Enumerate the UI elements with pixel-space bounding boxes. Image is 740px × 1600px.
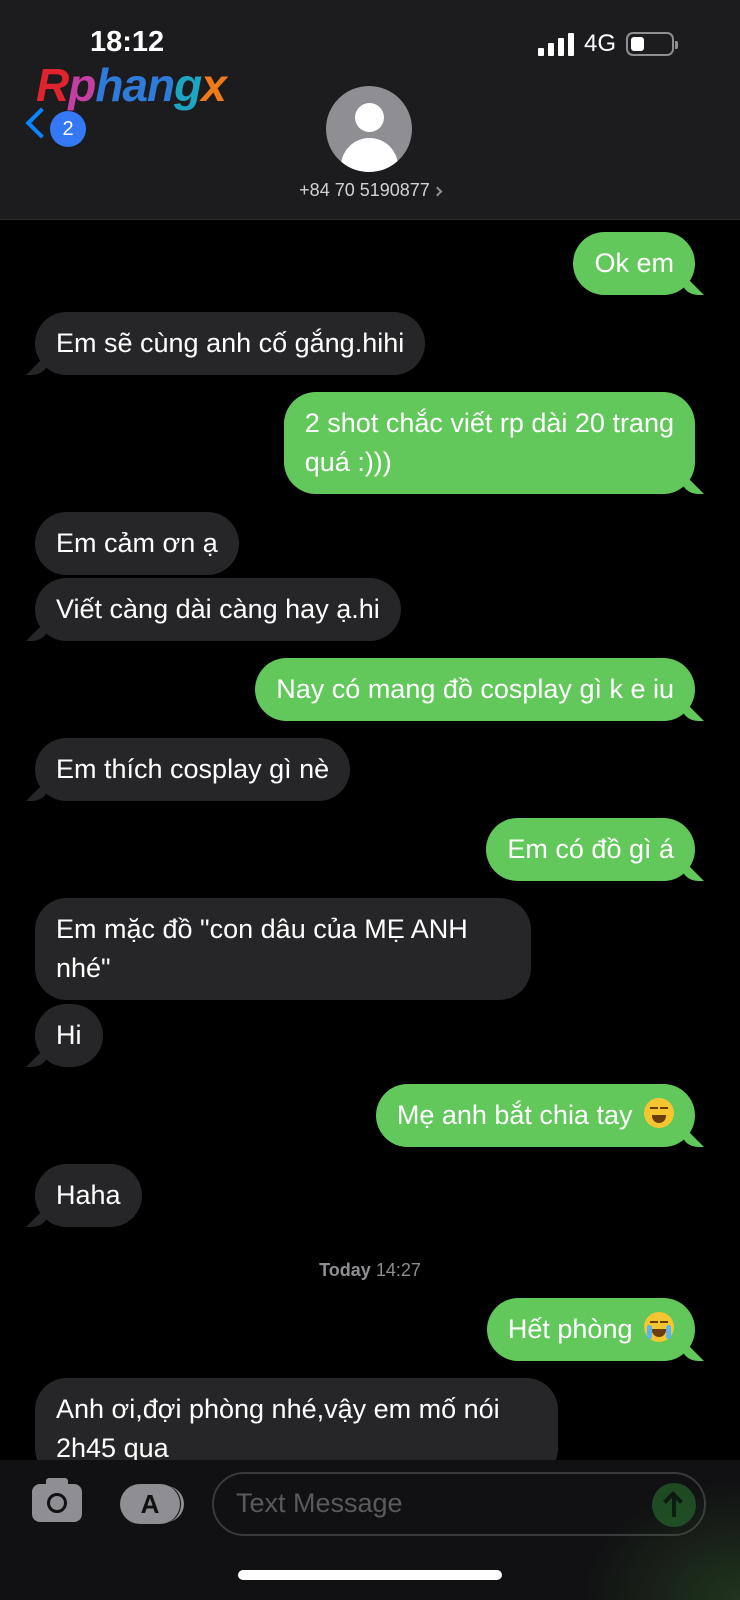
loudly-crying-face-icon — [644, 1312, 674, 1342]
received-message[interactable]: Em sẽ cùng anh cố gắng.hihi — [35, 312, 426, 375]
apps-drawer-edge — [162, 1486, 184, 1522]
received-message[interactable]: Em cảm ơn ạ — [35, 512, 239, 575]
received-message[interactable]: Viết càng dài càng hay ạ.hi — [35, 578, 401, 641]
received-message[interactable]: Em mặc đồ "con dâu của MẸ ANH nhé" — [35, 898, 531, 1000]
status-time: 18:12 — [90, 26, 165, 58]
sent-message[interactable]: Ok em — [573, 232, 695, 295]
cellular-signal-icon — [537, 32, 574, 56]
message-input-placeholder: Text Message — [236, 1488, 403, 1518]
sent-message[interactable]: Em có đồ gì á — [486, 818, 695, 881]
unread-count-badge[interactable]: 2 — [50, 111, 86, 147]
chevron-right-icon — [432, 186, 443, 197]
contact-avatar[interactable] — [326, 86, 412, 172]
watermark-logo: Rphangx — [36, 59, 227, 111]
sent-message[interactable]: Hết phòng — [486, 1298, 695, 1361]
battery-level — [631, 37, 644, 51]
sent-message[interactable]: Mẹ anh bắt chia tay — [375, 1084, 695, 1147]
received-message[interactable]: Haha — [35, 1164, 142, 1227]
sent-message[interactable]: 2 shot chắc viết rp dài 20 trang quá :))) — [283, 392, 695, 494]
message-timestamp: Today 14:27 — [319, 1260, 421, 1280]
conversation-header: 18:12 4G Rphangx 2 +84 70 5190877 — [0, 0, 740, 220]
network-type: 4G — [583, 30, 616, 57]
sent-message[interactable]: Nay có mang đồ cosplay gì k e iu — [255, 658, 695, 721]
received-message[interactable]: Em thích cosplay gì nè — [35, 738, 351, 801]
battery-icon — [626, 32, 678, 56]
status-indicators: 4G — [537, 30, 678, 58]
camera-icon[interactable] — [32, 1478, 82, 1522]
received-message[interactable]: Hi — [35, 1004, 103, 1067]
contact-name[interactable]: +84 70 5190877 — [0, 180, 740, 201]
home-indicator[interactable] — [238, 1570, 502, 1580]
grinning-squinting-face-icon — [644, 1098, 674, 1128]
